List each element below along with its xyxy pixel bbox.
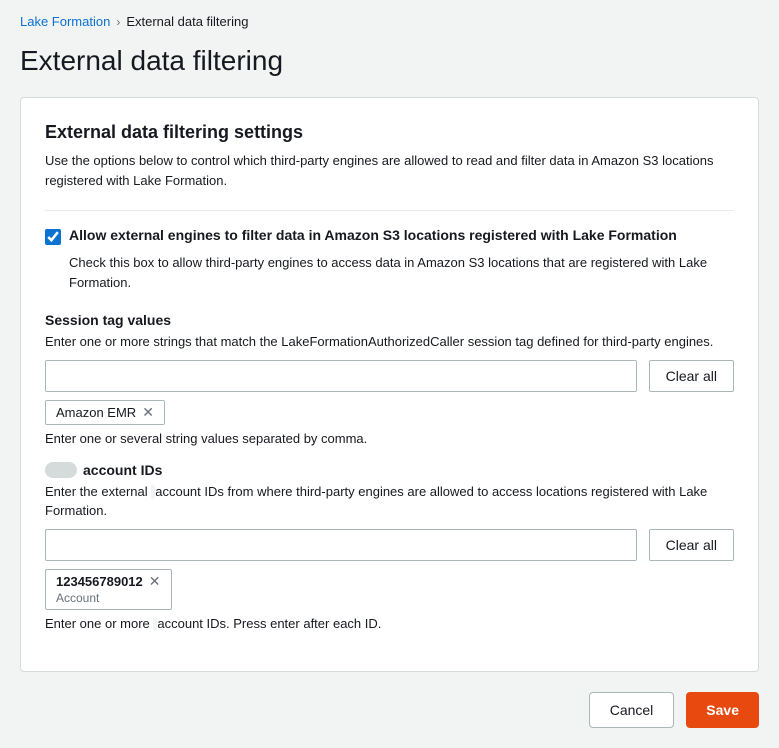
- page-title: External data filtering: [0, 37, 779, 97]
- account-ids-container: 123456789012 ✕ Account: [45, 569, 734, 610]
- account-ids-toggle[interactable]: [45, 462, 77, 478]
- session-tags-input-row: Clear all: [45, 360, 734, 392]
- allow-engines-checkbox-row: Allow external engines to filter data in…: [45, 227, 734, 245]
- account-ids-input[interactable]: [45, 529, 637, 561]
- allow-engines-checkbox[interactable]: [45, 229, 61, 245]
- account-ids-section: account IDs Enter the external account I…: [45, 462, 734, 631]
- footer: Cancel Save: [0, 672, 779, 748]
- account-tag-1: 123456789012 ✕ Account: [45, 569, 172, 610]
- account-ids-description: Enter the external account IDs from wher…: [45, 482, 734, 521]
- breadcrumb: Lake Formation › External data filtering: [0, 0, 779, 37]
- account-ids-input-row: Clear all: [45, 529, 734, 561]
- allow-engines-label[interactable]: Allow external engines to filter data in…: [69, 227, 677, 243]
- breadcrumb-current: External data filtering: [126, 14, 248, 29]
- allow-engines-description: Check this box to allow third-party engi…: [69, 253, 734, 292]
- account-ids-label: account IDs: [83, 462, 162, 478]
- tag-amazon-emr-remove-button[interactable]: ✕: [142, 405, 154, 419]
- account-ids-clear-all-button[interactable]: Clear all: [649, 529, 734, 561]
- account-ids-description-highlight: [151, 485, 155, 499]
- card-section-title: External data filtering settings: [45, 122, 734, 143]
- account-ids-hint-highlight: [153, 617, 157, 631]
- account-tag-1-label: Account: [56, 591, 161, 605]
- session-tags-description: Enter one or more strings that match the…: [45, 332, 734, 352]
- session-tags-hint: Enter one or several string values separ…: [45, 431, 734, 446]
- divider-1: [45, 210, 734, 211]
- account-ids-label-row: account IDs: [45, 462, 734, 478]
- account-tag-1-id: 123456789012: [56, 574, 143, 589]
- main-card: External data filtering settings Use the…: [20, 97, 759, 672]
- account-tag-1-row: 123456789012 ✕: [56, 574, 161, 589]
- session-tags-section: Session tag values Enter one or more str…: [45, 312, 734, 446]
- session-tags-container: Amazon EMR ✕: [45, 400, 734, 425]
- breadcrumb-lake-formation-link[interactable]: Lake Formation: [20, 14, 110, 29]
- tag-amazon-emr-label: Amazon EMR: [56, 405, 136, 420]
- breadcrumb-separator: ›: [116, 15, 120, 29]
- account-ids-hint: Enter one or more account IDs. Press ent…: [45, 616, 734, 631]
- cancel-button[interactable]: Cancel: [589, 692, 675, 728]
- account-tag-1-remove-button[interactable]: ✕: [149, 574, 161, 588]
- tag-amazon-emr: Amazon EMR ✕: [45, 400, 165, 425]
- save-button[interactable]: Save: [686, 692, 759, 728]
- session-tags-label: Session tag values: [45, 312, 734, 328]
- session-tags-input[interactable]: [45, 360, 637, 392]
- session-tags-clear-all-button[interactable]: Clear all: [649, 360, 734, 392]
- card-description: Use the options below to control which t…: [45, 151, 734, 190]
